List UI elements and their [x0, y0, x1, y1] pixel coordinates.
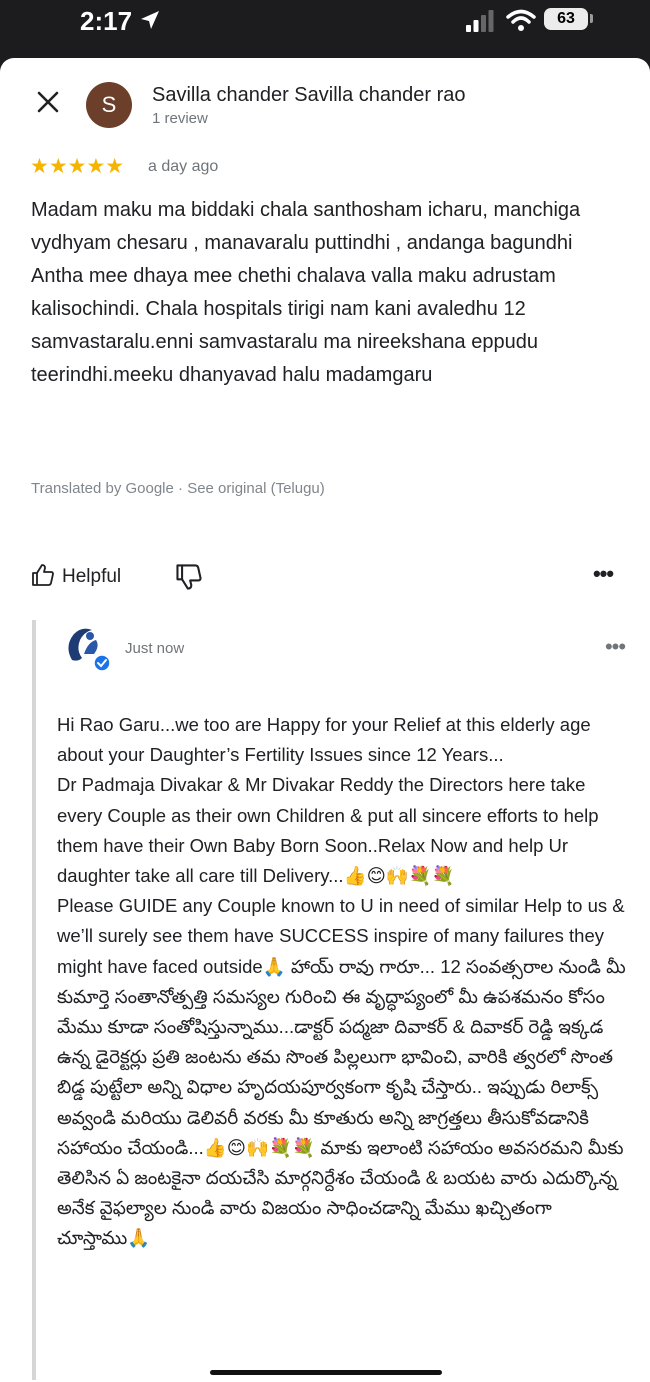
more-options-icon[interactable]: •••: [588, 562, 618, 592]
battery-nub: [590, 14, 593, 23]
review-text: Madam maku ma biddaki chala santhosham i…: [31, 194, 621, 392]
translation-note[interactable]: Translated by Google · See original (Tel…: [31, 480, 325, 497]
status-bar: 2:17 63: [0, 0, 650, 58]
owner-reply-text: Hi Rao Garu...we too are Happy for your …: [57, 710, 627, 1254]
reply-paragraph: Please GUIDE any Couple known to U in ne…: [57, 895, 626, 1249]
reviewer-review-count: 1 review: [152, 110, 208, 127]
thumbs-up-icon: [30, 562, 56, 593]
star-rating: ★★★★★: [30, 155, 125, 178]
reviewer-avatar[interactable]: S: [86, 82, 132, 128]
helpful-button[interactable]: Helpful: [30, 560, 121, 594]
reply-timestamp: Just now: [125, 640, 185, 657]
reply-paragraph: Dr Padmaja Divakar & Mr Divakar Reddy th…: [57, 774, 599, 887]
wifi-icon: [506, 8, 536, 32]
reply-more-options-icon[interactable]: •••: [600, 636, 630, 662]
review-paragraph: Madam maku ma biddaki chala santhosham i…: [31, 199, 581, 254]
helpful-label: Helpful: [62, 566, 122, 587]
thumbs-down-icon[interactable]: [174, 562, 204, 592]
review-timestamp: a day ago: [148, 158, 219, 175]
reviewer-name[interactable]: Savilla chander Savilla chander rao: [152, 84, 466, 107]
close-icon[interactable]: [28, 82, 68, 122]
home-indicator: [210, 1370, 442, 1375]
location-arrow-icon: [138, 8, 162, 32]
verified-badge-icon: [93, 654, 111, 672]
reply-paragraph: Hi Rao Garu...we too are Happy for your …: [57, 714, 591, 766]
cellular-signal-icon: [466, 10, 494, 32]
review-sheet: S Savilla chander Savilla chander rao 1 …: [0, 58, 650, 1382]
review-paragraph: Antha mee dhaya mee chethi chalava valla…: [31, 265, 556, 386]
reply-divider: [32, 620, 36, 1380]
status-time: 2:17: [80, 6, 133, 36]
battery-indicator: 63: [544, 8, 588, 30]
